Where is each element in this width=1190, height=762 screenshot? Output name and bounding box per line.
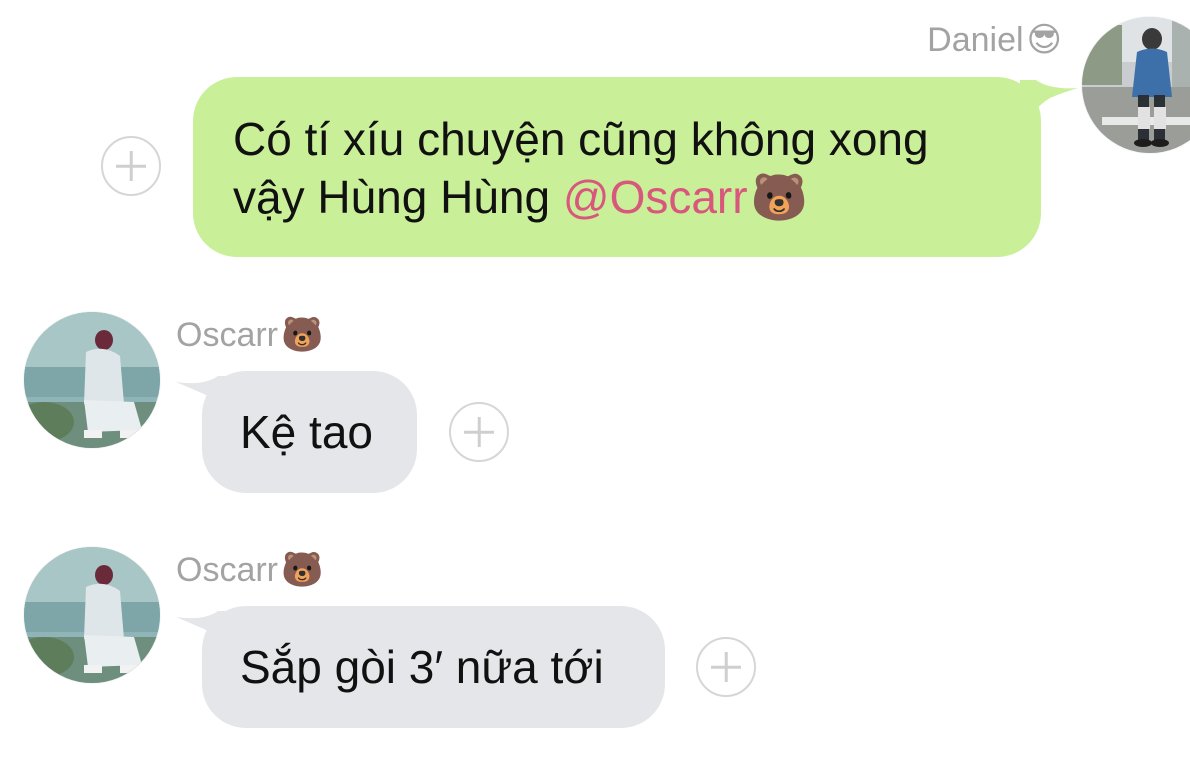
sender-name: Oscarr 🐻	[176, 550, 323, 590]
bear-emoji-icon: 🐻	[750, 170, 808, 224]
mention-link[interactable]: @Oscarr	[563, 171, 748, 223]
message-text: vậy Hùng Hùng	[233, 171, 563, 223]
message-bubble-incoming[interactable]: Sắp gòi 3′ nữa tới	[202, 606, 665, 728]
message-bubble-incoming[interactable]: Kệ tao	[202, 371, 417, 493]
bear-emoji-icon: 🐻	[281, 315, 324, 355]
add-reaction-button[interactable]	[696, 637, 756, 697]
sender-name-text: Daniel	[927, 21, 1024, 59]
sender-name-text: Oscarr	[176, 316, 278, 354]
message-bubble-outgoing[interactable]: Có tí xíu chuyện cũng không xong vậy Hùn…	[193, 77, 1041, 257]
sender-name-text: Oscarr	[176, 551, 278, 589]
sunglasses-emoji-icon: 😎	[1026, 20, 1062, 60]
add-reaction-button[interactable]	[449, 402, 509, 462]
avatar-oscarr[interactable]	[24, 312, 160, 448]
message-text-line: vậy Hùng Hùng @Oscarr🐻	[233, 168, 1021, 226]
sender-name: Daniel 😎	[927, 20, 1062, 60]
avatar-oscarr[interactable]	[24, 547, 160, 683]
bear-emoji-icon: 🐻	[281, 550, 324, 590]
sender-name: Oscarr 🐻	[176, 315, 323, 355]
message-text-line: Có tí xíu chuyện cũng không xong	[233, 113, 929, 165]
message-text: Sắp gòi 3′ nữa tới	[240, 641, 604, 693]
avatar-daniel[interactable]	[1082, 17, 1190, 153]
message-text: Kệ tao	[240, 406, 373, 458]
add-reaction-button[interactable]	[101, 136, 161, 196]
